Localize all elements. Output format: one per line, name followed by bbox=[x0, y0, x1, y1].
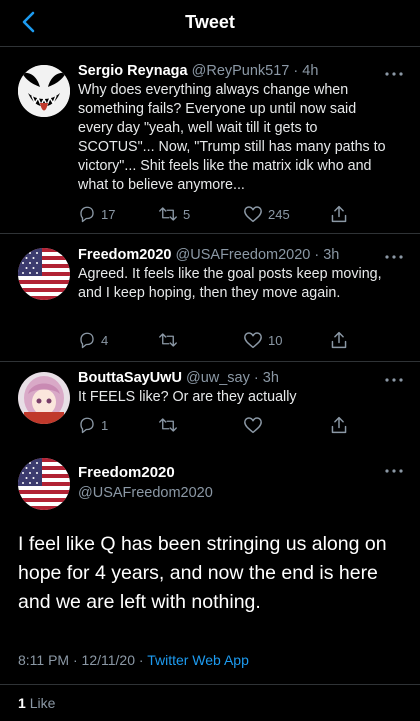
tweet-actions: 1 bbox=[78, 414, 378, 436]
tweet-header: Sergio Reynaga @ReyPunk517 · 4h bbox=[78, 63, 319, 79]
display-name[interactable]: Sergio Reynaga bbox=[78, 63, 188, 79]
retweet-button[interactable] bbox=[158, 329, 183, 351]
us-flag-avatar-icon bbox=[18, 458, 70, 510]
username[interactable]: @uw_say bbox=[186, 370, 250, 386]
tweet-text: Why does everything always change when s… bbox=[78, 82, 386, 193]
username[interactable]: @USAFreedom2020 bbox=[176, 247, 311, 263]
like-button[interactable]: 10 bbox=[243, 329, 282, 351]
venom-avatar-icon bbox=[18, 65, 70, 117]
more-icon[interactable] bbox=[384, 71, 404, 77]
like-label: Like bbox=[29, 695, 56, 711]
top-bar: Tweet bbox=[0, 0, 420, 47]
tweet-actions: 4 10 bbox=[78, 329, 378, 351]
reply-count: 4 bbox=[101, 332, 109, 348]
page-title: Tweet bbox=[185, 12, 235, 32]
share-icon bbox=[331, 205, 347, 223]
us-flag-avatar-icon bbox=[18, 248, 70, 300]
timestamp: 3h bbox=[323, 247, 340, 263]
reply-count: 1 bbox=[101, 417, 109, 433]
share-button[interactable] bbox=[330, 329, 348, 351]
tweet-header: BouttaSayUwU @uw_say · 3h bbox=[78, 370, 279, 386]
share-icon bbox=[331, 416, 347, 434]
retweet-count: 5 bbox=[183, 206, 191, 222]
retweet-icon bbox=[159, 333, 177, 347]
username[interactable]: @USAFreedom2020 bbox=[78, 485, 213, 501]
like-count: 245 bbox=[268, 206, 290, 222]
share-button[interactable] bbox=[330, 203, 348, 225]
share-icon bbox=[331, 331, 347, 349]
tweet-text: I feel like Q has been stringing us alon… bbox=[18, 533, 387, 613]
likes-row: 1 Like bbox=[0, 684, 420, 721]
likes-link[interactable]: 1 Like bbox=[18, 695, 55, 711]
like-count: 1 bbox=[18, 695, 26, 711]
reply-icon bbox=[80, 332, 94, 349]
reply-button[interactable]: 17 bbox=[78, 203, 115, 225]
retweet-icon bbox=[159, 207, 177, 221]
reply-tweet[interactable]: BouttaSayUwU @uw_say · 3h It FEELS like?… bbox=[0, 362, 420, 447]
timestamp: 8:11 PM · 12/11/20 · bbox=[18, 652, 148, 668]
like-count: 10 bbox=[268, 332, 283, 348]
retweet-button[interactable]: 5 bbox=[158, 203, 190, 225]
avatar[interactable] bbox=[18, 458, 70, 510]
anime-avatar-icon bbox=[18, 372, 70, 424]
timestamp: 3h bbox=[262, 370, 279, 386]
like-button[interactable] bbox=[243, 414, 268, 436]
source-app-link[interactable]: Twitter Web App bbox=[147, 652, 249, 668]
reply-tweet[interactable]: Freedom2020 @USAFreedom2020 · 3h Agreed.… bbox=[0, 234, 420, 362]
timestamp: 4h bbox=[302, 63, 319, 79]
more-icon[interactable] bbox=[384, 254, 404, 260]
reply-button[interactable]: 1 bbox=[78, 414, 108, 436]
retweet-button[interactable] bbox=[158, 414, 183, 436]
tweet-text: Agreed. It feels like the goal posts kee… bbox=[78, 266, 382, 301]
avatar[interactable] bbox=[18, 372, 70, 424]
username[interactable]: @ReyPunk517 bbox=[192, 63, 290, 79]
display-name[interactable]: BouttaSayUwU bbox=[78, 370, 182, 386]
reply-button[interactable]: 4 bbox=[78, 329, 108, 351]
avatar[interactable] bbox=[18, 65, 70, 117]
like-icon bbox=[244, 206, 262, 223]
display-name[interactable]: Freedom2020 bbox=[78, 247, 172, 263]
tweet-text: It FEELS like? Or are they actually bbox=[78, 389, 297, 405]
more-icon[interactable] bbox=[384, 377, 404, 383]
reply-icon bbox=[80, 417, 94, 434]
reply-tweet[interactable]: Sergio Reynaga @ReyPunk517 · 4h Why does… bbox=[0, 47, 420, 234]
share-button[interactable] bbox=[330, 414, 348, 436]
tweet-actions: 17 5 245 bbox=[78, 203, 378, 225]
more-icon[interactable] bbox=[384, 468, 404, 474]
reply-count: 17 bbox=[101, 206, 116, 222]
tweet-header: Freedom2020 @USAFreedom2020 · 3h bbox=[78, 247, 340, 263]
display-name[interactable]: Freedom2020 bbox=[78, 464, 175, 481]
reply-icon bbox=[80, 206, 94, 223]
like-icon bbox=[244, 417, 262, 434]
avatar[interactable] bbox=[18, 248, 70, 300]
retweet-icon bbox=[159, 418, 177, 432]
like-icon bbox=[244, 332, 262, 349]
tweet-meta: 8:11 PM · 12/11/20 · Twitter Web App bbox=[18, 652, 249, 668]
like-button[interactable]: 245 bbox=[243, 203, 290, 225]
